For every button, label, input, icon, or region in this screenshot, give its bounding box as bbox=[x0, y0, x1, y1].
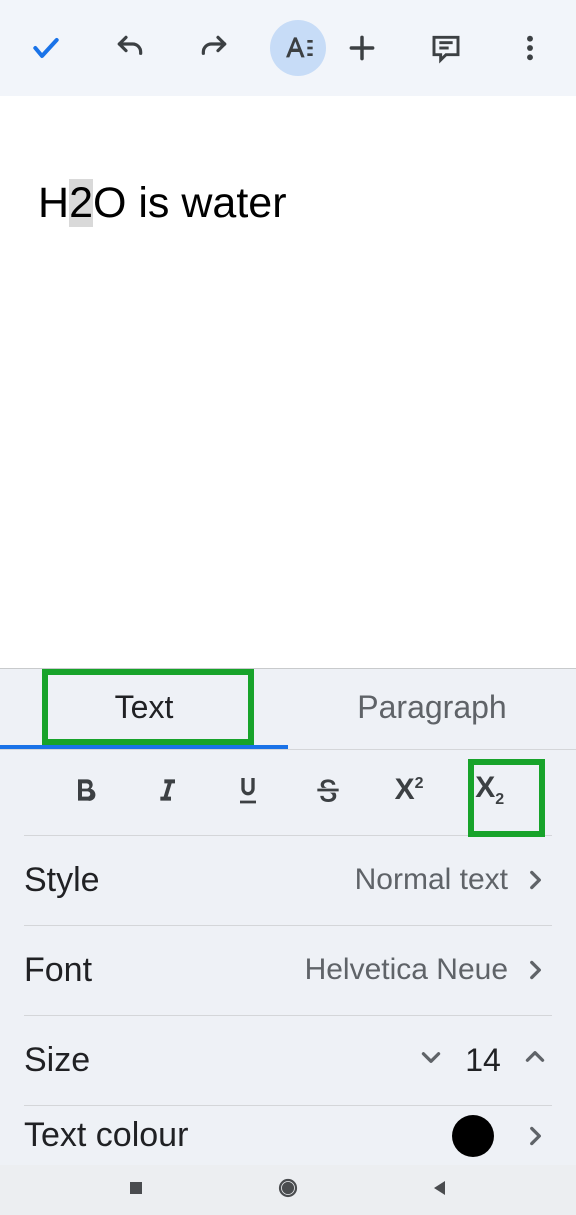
circle-icon bbox=[276, 1176, 300, 1200]
text-selection: 2 bbox=[69, 179, 93, 227]
undo-button[interactable] bbox=[102, 20, 158, 76]
more-vert-icon bbox=[514, 32, 546, 64]
tabs-divider bbox=[0, 749, 576, 750]
tab-text-label: Text bbox=[115, 689, 174, 726]
font-value: Helvetica Neue bbox=[305, 953, 508, 987]
format-button[interactable] bbox=[270, 20, 326, 76]
format-panel: Text Paragraph X2 X2 Style bbox=[0, 668, 576, 1165]
font-row[interactable]: Font Helvetica Neue bbox=[24, 926, 552, 1016]
strikethrough-icon bbox=[312, 774, 344, 806]
tab-paragraph[interactable]: Paragraph bbox=[288, 669, 576, 745]
document-area[interactable]: H2O is water bbox=[0, 96, 576, 668]
square-icon bbox=[124, 1176, 148, 1200]
text-after-selection: O is water bbox=[93, 179, 287, 227]
strikethrough-button[interactable] bbox=[288, 760, 369, 820]
style-value-group: Normal text bbox=[355, 863, 548, 897]
toolbar-right bbox=[334, 20, 558, 76]
nav-home-button[interactable] bbox=[276, 1176, 300, 1205]
text-colour-row[interactable]: Text colour bbox=[24, 1106, 552, 1165]
italic-icon bbox=[151, 774, 183, 806]
size-decrease-button[interactable] bbox=[418, 1044, 444, 1078]
text-colour-swatch bbox=[452, 1115, 494, 1157]
text-colour-label: Text colour bbox=[24, 1116, 188, 1155]
system-nav-bar bbox=[0, 1165, 576, 1215]
size-row: Size 14 bbox=[24, 1016, 552, 1106]
font-value-group: Helvetica Neue bbox=[305, 953, 548, 987]
style-label: Style bbox=[24, 861, 100, 900]
nav-back-button[interactable] bbox=[428, 1176, 452, 1205]
subscript-icon: X2 bbox=[475, 771, 504, 809]
superscript-icon: X2 bbox=[395, 773, 424, 807]
format-text-icon bbox=[282, 32, 314, 64]
chevron-right-icon bbox=[522, 957, 548, 983]
redo-icon bbox=[198, 32, 230, 64]
size-controls: 14 bbox=[418, 1042, 548, 1079]
chevron-right-icon bbox=[522, 1123, 548, 1149]
chevron-right-icon bbox=[522, 867, 548, 893]
superscript-button[interactable]: X2 bbox=[369, 760, 450, 820]
format-tabs: Text Paragraph bbox=[0, 669, 576, 745]
text-colour-value-group bbox=[452, 1115, 548, 1157]
chevron-up-icon bbox=[522, 1044, 548, 1070]
size-value[interactable]: 14 bbox=[458, 1042, 508, 1079]
insert-button[interactable] bbox=[334, 20, 390, 76]
more-button[interactable] bbox=[502, 20, 558, 76]
italic-button[interactable] bbox=[127, 760, 208, 820]
document-text-line[interactable]: H2O is water bbox=[38, 178, 538, 230]
size-label: Size bbox=[24, 1041, 90, 1080]
undo-icon bbox=[114, 32, 146, 64]
toolbar-left bbox=[18, 20, 326, 76]
comment-icon bbox=[430, 32, 462, 64]
done-button[interactable] bbox=[18, 20, 74, 76]
check-icon bbox=[30, 32, 62, 64]
format-buttons-row: X2 X2 bbox=[24, 745, 552, 835]
font-label: Font bbox=[24, 951, 92, 990]
triangle-back-icon bbox=[428, 1176, 452, 1200]
tab-text[interactable]: Text bbox=[0, 669, 288, 745]
style-row[interactable]: Style Normal text bbox=[24, 836, 552, 926]
bold-button[interactable] bbox=[46, 760, 127, 820]
style-value: Normal text bbox=[355, 863, 508, 897]
chevron-down-icon bbox=[418, 1044, 444, 1070]
underline-button[interactable] bbox=[207, 760, 288, 820]
redo-button[interactable] bbox=[186, 20, 242, 76]
subscript-button[interactable]: X2 bbox=[449, 760, 530, 820]
text-before-selection: H bbox=[38, 179, 69, 227]
comment-button[interactable] bbox=[418, 20, 474, 76]
underline-icon bbox=[232, 774, 264, 806]
plus-icon bbox=[346, 32, 378, 64]
tab-paragraph-label: Paragraph bbox=[357, 689, 506, 726]
top-toolbar bbox=[0, 0, 576, 96]
nav-recent-button[interactable] bbox=[124, 1176, 148, 1205]
size-increase-button[interactable] bbox=[522, 1044, 548, 1078]
bold-icon bbox=[70, 774, 102, 806]
